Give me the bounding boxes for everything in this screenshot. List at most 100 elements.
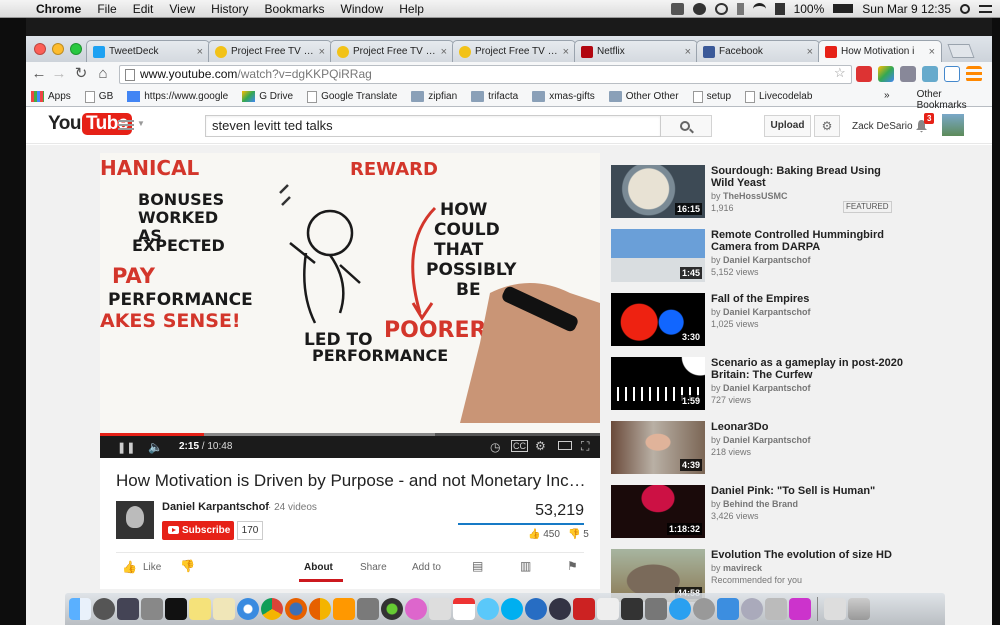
video-title[interactable]: Fall of the Empires (711, 293, 906, 305)
video-channel[interactable]: by TheHossUSMC (711, 191, 788, 201)
search-input[interactable]: steven levitt ted talks (205, 115, 661, 137)
minimize-window-button[interactable] (52, 43, 64, 55)
menu-window[interactable]: Window (333, 2, 392, 16)
list-item[interactable]: 4:39 Leonar3Do by Daniel Karpantschof 21… (611, 421, 911, 477)
channel-video-count[interactable]: · 24 videos (268, 502, 317, 513)
video-channel[interactable]: by mavireck (711, 563, 762, 573)
dislike-thumb-icon[interactable]: 👎 (180, 559, 195, 573)
bookmark-g-drive[interactable]: G Drive (242, 91, 293, 102)
kix-extension-icon[interactable] (922, 66, 938, 82)
home-icon[interactable]: ⌂ (94, 65, 112, 83)
chrome-icon[interactable] (261, 598, 283, 620)
list-item[interactable]: 3:30 Fall of the Empires by Daniel Karpa… (611, 293, 911, 349)
reload-icon[interactable]: ↻ (72, 65, 90, 83)
back-icon[interactable]: ← (30, 65, 48, 83)
puzzle-extension-icon[interactable] (900, 66, 916, 82)
video-channel[interactable]: by Daniel Karpantschof (711, 307, 811, 317)
bookmark-xmas-gifts[interactable]: xmas-gifts (532, 91, 595, 102)
close-tab-icon[interactable]: × (807, 46, 813, 58)
video-thumbnail[interactable]: 1:45 (611, 229, 705, 282)
video-title[interactable]: Sourdough: Baking Bread Using Wild Yeast (711, 165, 906, 189)
itunes-icon[interactable] (405, 598, 427, 620)
video-title[interactable]: Scenario as a gameplay in post-2020 Brit… (711, 357, 906, 381)
channel-avatar[interactable] (116, 501, 154, 539)
menu-app-name[interactable]: Chrome (28, 2, 89, 16)
tab-project-free-tv-2[interactable]: Project Free TV – Wa × (330, 40, 454, 62)
tab-share[interactable]: Share (360, 562, 387, 573)
textedit-icon[interactable] (597, 598, 619, 620)
close-window-button[interactable] (34, 43, 46, 55)
video-title[interactable]: Evolution The evolution of size HD (711, 549, 906, 561)
menu-edit[interactable]: Edit (125, 2, 162, 16)
list-item[interactable]: 1:18:32 Daniel Pink: "To Sell is Human" … (611, 485, 911, 541)
skype-icon[interactable] (501, 598, 523, 620)
evernote-icon[interactable] (692, 2, 706, 15)
list-item[interactable]: 1:59 Scenario as a gameplay in post-2020… (611, 357, 911, 413)
notes-icon[interactable] (213, 598, 235, 620)
video-thumbnail[interactable]: 1:18:32 (611, 485, 705, 538)
menu-file[interactable]: File (89, 2, 124, 16)
address-bar[interactable]: www.youtube.com/watch?v=dgKKPQiRRag (119, 65, 852, 84)
mail-icon[interactable] (717, 598, 739, 620)
safari-icon[interactable] (237, 598, 259, 620)
chevron-down-icon[interactable]: ▼ (137, 119, 145, 128)
menu-bookmarks[interactable]: Bookmarks (257, 2, 333, 16)
clock[interactable]: Sun Mar 9 12:35 (862, 2, 951, 16)
dropbox-icon[interactable] (670, 2, 684, 15)
notes-extension-icon[interactable] (944, 66, 960, 82)
gmail-extension-icon[interactable] (856, 66, 872, 82)
volume-icon[interactable] (774, 2, 785, 15)
new-tab-button[interactable] (947, 44, 975, 58)
bookmark-google-translate[interactable]: Google Translate (307, 90, 397, 103)
spotlight-icon[interactable] (960, 3, 970, 14)
video-title[interactable]: Leonar3Do (711, 421, 906, 433)
bookmark-star-icon[interactable]: ☆ (834, 65, 846, 81)
bluetooth-icon[interactable] (736, 2, 744, 15)
photo-booth-icon[interactable] (573, 598, 595, 620)
menu-help[interactable]: Help (391, 2, 432, 16)
steam-icon[interactable] (741, 598, 763, 620)
settings-gear-icon[interactable]: ⚙ (535, 439, 546, 453)
tab-add-to[interactable]: Add to (412, 562, 441, 573)
time-machine-icon[interactable] (714, 2, 728, 15)
flag-icon[interactable]: ⚑ (567, 559, 578, 573)
trash-icon[interactable] (848, 598, 870, 620)
tab-facebook[interactable]: Facebook × (696, 40, 820, 62)
lens-app-icon[interactable] (381, 598, 403, 620)
fullscreen-icon[interactable]: ⛶ (581, 439, 589, 454)
bookmark-trifacta[interactable]: trifacta (471, 91, 518, 102)
search-button[interactable] (661, 115, 712, 137)
menu-view[interactable]: View (161, 2, 203, 16)
keychain-icon[interactable] (645, 598, 667, 620)
stats-icon[interactable]: ▥ (520, 559, 531, 573)
launchpad-icon[interactable] (93, 598, 115, 620)
close-tab-icon[interactable]: × (563, 46, 569, 58)
video-channel[interactable]: by Daniel Karpantschof (711, 255, 811, 265)
wifi-icon[interactable] (752, 2, 766, 15)
mission-control-icon[interactable] (117, 598, 139, 620)
preview-icon[interactable] (621, 598, 643, 620)
tab-youtube-active[interactable]: How Motivation i × (818, 40, 942, 62)
avatar[interactable] (942, 114, 964, 136)
channel-name[interactable]: Daniel Karpantschof (162, 501, 269, 513)
close-tab-icon[interactable]: × (441, 46, 447, 58)
bookmark-livecodelab[interactable]: Livecodelab (745, 90, 812, 103)
quicktime-icon[interactable] (549, 598, 571, 620)
video-thumbnail[interactable]: 16:15 (611, 165, 705, 218)
tab-about[interactable]: About (304, 562, 333, 573)
bookmark-apps[interactable]: Apps (31, 91, 71, 102)
like-thumb-icon[interactable]: 👍 (122, 560, 137, 574)
bookmark-google[interactable]: https://www.google (127, 91, 228, 102)
pause-icon[interactable]: ❚❚ (117, 441, 135, 454)
photos-icon[interactable] (357, 598, 379, 620)
close-tab-icon[interactable]: × (197, 46, 203, 58)
list-item[interactable]: 16:15 Sourdough: Baking Bread Using Wild… (611, 165, 911, 221)
guide-menu-icon[interactable] (118, 120, 134, 130)
chrome-canary-icon[interactable] (309, 598, 331, 620)
theater-mode-icon[interactable] (558, 441, 572, 450)
r-icon[interactable] (525, 598, 547, 620)
captions-icon[interactable]: CC (511, 440, 528, 452)
video-title[interactable]: Daniel Pink: "To Sell is Human" (711, 485, 906, 497)
screenium-icon[interactable] (765, 598, 787, 620)
tab-project-free-tv-1[interactable]: Project Free TV :: Fe × (208, 40, 332, 62)
